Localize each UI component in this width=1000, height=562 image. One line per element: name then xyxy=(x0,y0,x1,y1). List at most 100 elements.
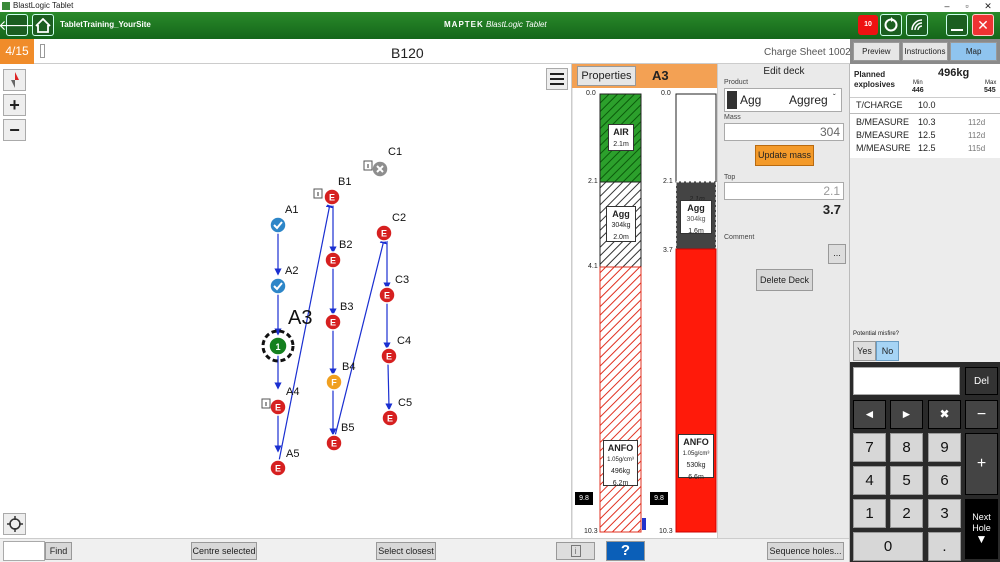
hole-label: C4 xyxy=(397,335,411,347)
key-3[interactable]: 3 xyxy=(928,499,961,528)
top-label: Top xyxy=(724,174,736,181)
hole-c2[interactable]: E C2 xyxy=(375,212,406,242)
hole-counter[interactable]: 4/15 xyxy=(0,39,34,64)
anfo-deck-right[interactable] xyxy=(675,248,717,533)
hole-b5[interactable]: E B5 xyxy=(325,422,354,452)
back-arrow-icon: 🡐 xyxy=(0,16,36,33)
deck-name: Agg xyxy=(612,209,630,219)
hole-b4[interactable]: F B4 xyxy=(325,361,355,391)
key-4[interactable]: 4 xyxy=(853,466,886,495)
notification-badge[interactable]: 10 xyxy=(858,15,878,35)
hole-map[interactable]: + − C1 E B1 A1 E C2 E B2 A2 E C3 E B3 1 A3 E C4 F B4 E A4 E C5… xyxy=(0,64,570,538)
cursor-left-key[interactable]: ◄ xyxy=(853,400,886,429)
find-input[interactable] xyxy=(3,541,45,561)
hole-b2[interactable]: EB2 xyxy=(324,239,352,269)
hole-a1[interactable]: A1 xyxy=(269,204,298,234)
deck-mass: 496kg xyxy=(610,468,631,475)
key-8[interactable]: 8 xyxy=(890,433,923,462)
sync-button[interactable] xyxy=(880,14,902,36)
measure-row-extra: 112d xyxy=(968,131,986,140)
measure-row-label: T/CHARGE xyxy=(856,100,903,110)
min-value: 446 xyxy=(912,87,924,94)
hole-b3[interactable]: E B3 xyxy=(324,301,353,331)
delete-key[interactable]: Del xyxy=(965,367,998,395)
misfire-yes-button[interactable]: Yes xyxy=(853,341,876,361)
misfire-no-button[interactable]: No xyxy=(876,341,899,361)
hole-c3[interactable]: E C3 xyxy=(378,274,409,304)
hole-a4[interactable]: E A4 xyxy=(261,386,299,416)
product-short: Agg xyxy=(740,93,762,107)
key-6[interactable]: 6 xyxy=(928,466,961,495)
depth-label: 10.3 xyxy=(584,528,598,535)
properties-button[interactable]: Properties xyxy=(577,66,636,86)
edit-deck-title: Edit deck xyxy=(763,66,805,77)
depth-label: 2.1 xyxy=(663,178,673,185)
top-input[interactable]: 2.1 xyxy=(724,182,844,200)
minimize-app-button[interactable] xyxy=(946,14,968,36)
hole-c1[interactable]: C1 xyxy=(363,146,402,178)
measure-row-value: 10.3 xyxy=(918,117,936,127)
sync-icon xyxy=(884,17,898,32)
hole-label: B5 xyxy=(341,422,354,434)
deck-length: 1.6m xyxy=(688,228,704,235)
key-dot[interactable]: . xyxy=(928,532,961,561)
deck-name: ANFO xyxy=(607,443,634,453)
key-7[interactable]: 7 xyxy=(853,433,886,462)
deck-density: 1.05g/cm³ xyxy=(682,451,710,457)
hole-badge-text: 1 xyxy=(275,342,280,352)
hole-c5[interactable]: E C5 xyxy=(381,397,412,427)
home-button[interactable] xyxy=(32,14,54,36)
tab-map[interactable]: Map xyxy=(950,42,998,61)
product-select[interactable]: Agg Aggreg ˇ xyxy=(724,88,842,112)
hole-b1[interactable]: EB1 xyxy=(313,176,351,206)
update-mass-button[interactable]: Update mass xyxy=(755,145,814,166)
measure-row-extra: 115d xyxy=(968,144,986,153)
select-closest-button[interactable]: Select closest xyxy=(376,542,436,560)
mass-input[interactable]: 304 xyxy=(724,123,844,141)
measure-row-value: 12.5 xyxy=(918,130,936,140)
key-1[interactable]: 1 xyxy=(853,499,886,528)
minus-key[interactable]: − xyxy=(965,400,998,429)
clear-key[interactable]: ✖ xyxy=(928,400,961,429)
cursor-right-key[interactable]: ► xyxy=(890,400,923,429)
next-hole-button[interactable]: Next Hole ▼ xyxy=(965,499,998,559)
tab-instructions[interactable]: Instructions xyxy=(901,42,949,61)
bottom-value[interactable]: 3.7 xyxy=(724,202,844,217)
info-button[interactable]: i xyxy=(556,542,595,560)
comment-button[interactable]: ... xyxy=(828,244,846,264)
hole-c4[interactable]: E C4 xyxy=(380,335,411,365)
key-5[interactable]: 5 xyxy=(890,466,923,495)
key-9[interactable]: 9 xyxy=(928,433,961,462)
key-2[interactable]: 2 xyxy=(890,499,923,528)
brand-logo: MAPTEK xyxy=(444,20,484,29)
mass-label: Mass xyxy=(724,114,741,121)
centre-selected-button[interactable]: Centre selected xyxy=(191,542,257,560)
help-button[interactable]: ? xyxy=(606,541,645,561)
maximize-icon[interactable]: ▫ xyxy=(960,0,974,12)
hole-label: C1 xyxy=(388,146,402,158)
comment-label: Comment xyxy=(724,234,755,241)
chevron-down-icon: ˇ xyxy=(833,93,836,102)
close-window-icon[interactable]: ✕ xyxy=(981,0,995,12)
signal-button[interactable] xyxy=(906,14,928,36)
hole-label: A1 xyxy=(285,204,298,216)
plus-key[interactable]: + xyxy=(965,433,998,495)
tab-preview[interactable]: Preview xyxy=(853,42,900,61)
keypad-display[interactable] xyxy=(853,367,960,395)
hole-a2[interactable]: A2 xyxy=(269,265,298,295)
delete-deck-button[interactable]: Delete Deck xyxy=(756,269,813,291)
back-button[interactable]: 🡐 xyxy=(0,14,36,36)
hole-a5[interactable]: E A5 xyxy=(269,448,299,477)
depth-label: 3.7 xyxy=(663,247,673,254)
list-toggle[interactable] xyxy=(40,44,45,58)
close-app-button[interactable]: ✕ xyxy=(972,14,994,36)
hole-a3[interactable]: 1 A3 xyxy=(261,307,312,363)
minimize-icon[interactable]: – xyxy=(940,0,954,12)
anfo-deck[interactable] xyxy=(599,266,642,533)
find-button[interactable]: Find xyxy=(45,542,72,560)
stemming-deck[interactable] xyxy=(675,93,717,183)
hole-map-canvas[interactable]: C1 EB1 A1 EC2 EB2 A2 EC3 EB3 1A3 EC4 FB4 EA4 EC5 EB5 E… xyxy=(0,64,570,538)
depth-label: 0.0 xyxy=(661,90,671,97)
sequence-holes-button[interactable]: Sequence holes... xyxy=(767,542,844,560)
key-0[interactable]: 0 xyxy=(853,532,923,561)
